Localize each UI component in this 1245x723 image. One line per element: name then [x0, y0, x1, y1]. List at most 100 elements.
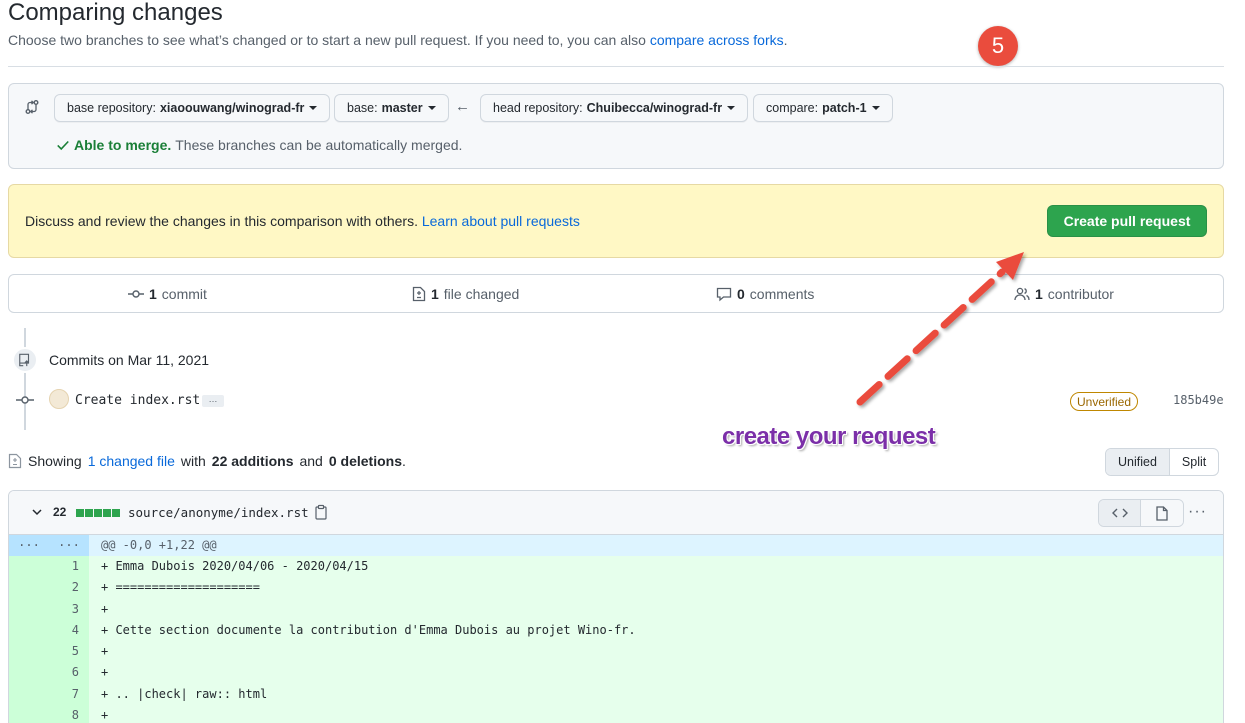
file-change-count: 22 — [53, 505, 67, 519]
files-count: 1 — [431, 286, 439, 302]
base-repository-select[interactable]: base repository: xiaoouwang/winograd-fr — [54, 94, 331, 122]
merge-status-label: Able to merge. — [74, 137, 172, 153]
file-diff-icon — [412, 286, 426, 302]
line-code: + Emma Dubois 2020/04/06 - 2020/04/15 — [89, 556, 1223, 578]
base-repo-value: xiaoouwang/winograd-fr — [159, 101, 305, 115]
file-diff-icon — [8, 453, 22, 469]
git-commit-icon — [16, 396, 34, 404]
rich-view-button[interactable] — [1141, 500, 1183, 526]
line-code: + Cette section documente la contributio… — [89, 619, 1223, 642]
merge-status-detail: These branches can be automatically merg… — [175, 137, 463, 153]
page-title: Comparing changes — [8, 0, 223, 26]
create-pull-request-button[interactable]: Create pull request — [1047, 205, 1207, 237]
diff-rows: 1 + Emma Dubois 2020/04/06 - 2020/04/15 2 +… — [9, 556, 1223, 723]
line-number[interactable]: 7 — [9, 683, 89, 706]
file-header: 22 source/anonyme/index.rst ··· — [9, 491, 1223, 535]
line-code: + ==================== — [89, 577, 1223, 599]
commit-ellipsis-button[interactable]: … — [202, 395, 224, 407]
base-branch-select[interactable]: base: master — [334, 94, 449, 122]
line-number[interactable]: 4 — [9, 619, 89, 642]
caret-down-icon — [871, 106, 880, 110]
diff-table: ... ... @@ -0,0 +1,22 @@ 1 + Emma Dubois … — [9, 535, 1223, 723]
compare-across-forks-link[interactable]: compare across forks — [650, 32, 784, 48]
file-view-toggle — [1098, 499, 1184, 527]
split-view-button[interactable]: Split — [1170, 449, 1218, 475]
subtitle-end: . — [783, 32, 788, 48]
summary-end: . — [401, 453, 406, 469]
line-number[interactable]: 1 — [9, 556, 89, 578]
repo-push-icon — [12, 347, 38, 373]
line-number[interactable]: 2 — [9, 577, 89, 599]
caret-down-icon — [727, 106, 736, 110]
copy-icon[interactable] — [314, 504, 328, 520]
diff-line: 5 + — [9, 641, 1223, 663]
stat-comments[interactable]: 0 comments — [716, 286, 814, 302]
commits-group-label: Commits on Mar 11, 2021 — [49, 352, 210, 368]
diff-line: 2 + ==================== — [9, 577, 1223, 599]
page-subtitle: Choose two branches to see what’s change… — [8, 32, 788, 48]
diff-summary: Showing 1 changed file with 22 additions… — [8, 453, 406, 469]
head-repo-value: Chuibecca/winograd-fr — [586, 101, 723, 115]
base-value: master — [381, 101, 423, 115]
check-icon — [57, 140, 69, 151]
diff-line: 6 + — [9, 662, 1223, 684]
step-number-badge: 5 — [978, 26, 1018, 66]
stat-files[interactable]: 1 file changed — [412, 286, 519, 302]
people-icon — [1014, 287, 1030, 301]
avatar[interactable] — [49, 389, 69, 409]
line-code: + — [89, 705, 1223, 723]
file-path-link[interactable]: source/anonyme/index.rst — [128, 505, 309, 520]
line-code: + — [89, 662, 1223, 684]
compare-branch-select[interactable]: compare: patch-1 — [753, 94, 893, 122]
contributors-label: contributor — [1047, 286, 1114, 302]
caret-down-icon — [427, 106, 436, 110]
diff-line: 3 + — [9, 598, 1223, 620]
arrow-left-icon: ← — [455, 98, 470, 115]
changed-files-link[interactable]: 1 changed file — [88, 453, 175, 469]
unified-view-button[interactable]: Unified — [1106, 449, 1170, 475]
stat-commits[interactable]: 1 commit — [128, 286, 207, 302]
commit-message-link[interactable]: Create index.rst — [75, 393, 200, 408]
line-number[interactable]: 8 — [9, 705, 89, 723]
deletions-count: 0 deletions — [328, 453, 402, 469]
comments-label: comments — [749, 286, 815, 302]
additions-count: 22 additions — [211, 453, 294, 469]
verification-badge[interactable]: Unverified — [1070, 392, 1139, 411]
file-diff: 22 source/anonyme/index.rst ··· ... ... … — [8, 490, 1224, 723]
kebab-horizontal-icon[interactable]: ··· — [1188, 503, 1207, 521]
compare-label: compare: — [766, 101, 819, 115]
line-code: + — [89, 641, 1223, 663]
git-compare-icon — [25, 100, 39, 114]
flash-text: Discuss and review the changes in this c… — [25, 213, 418, 229]
line-number[interactable]: 5 — [9, 641, 89, 663]
compare-value: patch-1 — [822, 101, 867, 115]
hunk-header: ... ... @@ -0,0 +1,22 @@ — [9, 535, 1223, 556]
line-code: + .. |check| raw:: html — [89, 683, 1223, 706]
chevron-down-icon[interactable] — [31, 506, 43, 518]
base-label: base: — [347, 101, 378, 115]
subtitle-text: Choose two branches to see what’s change… — [8, 32, 646, 48]
files-label: file changed — [443, 286, 520, 302]
code-icon — [1111, 508, 1128, 518]
line-number[interactable]: 3 — [9, 598, 89, 620]
commits-count: 1 — [149, 286, 157, 302]
hunk-text: @@ -0,0 +1,22 @@ — [101, 538, 217, 552]
comments-count: 0 — [737, 286, 745, 302]
expand-gutter[interactable]: ... ... — [9, 535, 89, 556]
learn-about-pull-requests-link[interactable]: Learn about pull requests — [422, 213, 580, 229]
line-number[interactable]: 6 — [9, 662, 89, 684]
diff-line: 7 + .. |check| raw:: html — [9, 683, 1223, 706]
code-view-button[interactable] — [1099, 500, 1141, 526]
comment-icon — [716, 287, 732, 302]
diff-line: 4 + Cette section documente la contributi… — [9, 619, 1223, 642]
commit-sha-link[interactable]: 185b49e — [1173, 393, 1224, 407]
line-code: + — [89, 598, 1223, 620]
hunk-right: ... — [58, 535, 80, 549]
head-repository-select[interactable]: head repository: Chuibecca/winograd-fr — [480, 94, 749, 122]
diff-line: 8 + — [9, 705, 1223, 723]
hunk-left: ... — [18, 535, 40, 549]
head-repo-label: head repository: — [493, 101, 583, 115]
base-repo-label: base repository: — [67, 101, 156, 115]
diff-line: 1 + Emma Dubois 2020/04/06 - 2020/04/15 — [9, 556, 1223, 578]
stat-contributors[interactable]: 1 contributor — [1014, 286, 1114, 302]
